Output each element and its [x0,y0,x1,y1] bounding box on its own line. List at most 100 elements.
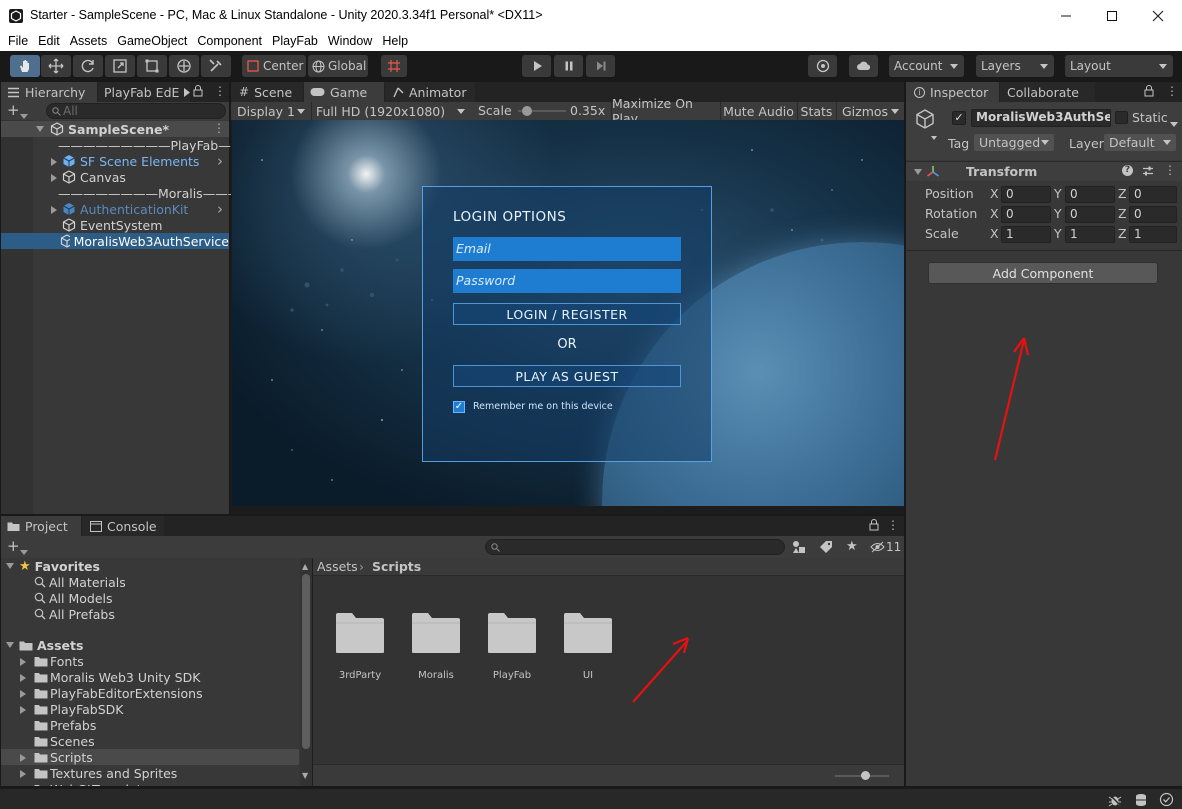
chevron-right-icon[interactable] [51,173,57,182]
folder-icon[interactable] [487,612,537,654]
step-button[interactable] [586,55,615,77]
menu-edit[interactable]: Edit [33,34,65,48]
asset-folder-item[interactable]: Textures and Sprites [1,765,299,781]
account-dropdown[interactable]: Account [889,55,964,77]
email-field[interactable]: Email [453,237,681,261]
scale-slider-track[interactable] [518,106,566,116]
favorite-item[interactable]: All Materials [1,574,299,590]
axis-label-y[interactable]: Y [1054,206,1062,221]
scroll-down-icon[interactable]: ▼ [302,771,308,780]
axis-label-z[interactable]: Z [1118,226,1127,241]
chevron-right-icon[interactable] [20,657,26,666]
hierarchy-item[interactable]: Canvas [1,169,229,185]
menu-file[interactable]: File [3,34,33,48]
chevron-right-icon[interactable] [51,157,57,166]
check-circle-icon[interactable] [1159,792,1174,807]
tab-game[interactable]: Game [304,82,384,102]
tab-animator[interactable]: Animator [385,82,475,102]
mute-audio-toggle[interactable]: Mute Audio [720,102,796,120]
rotate-tool-icon[interactable] [73,55,103,77]
asset-folder-item[interactable]: WebGLTemplates [1,781,299,786]
space-toggle[interactable]: Global [308,55,368,77]
layers-dropdown[interactable]: Layers [976,55,1054,77]
asset-folder-item[interactable]: Moralis Web3 Unity SDK [1,669,299,685]
menu-help[interactable]: Help [377,34,413,48]
grid-snap-icon[interactable] [381,55,407,77]
chevron-right-icon[interactable] [20,769,26,778]
hierarchy-item[interactable]: AuthenticationKit › [1,200,229,218]
rotation-z-field[interactable]: 0 [1129,206,1177,223]
display-dropdown[interactable]: Display 1 [233,102,309,120]
layout-dropdown[interactable]: Layout [1065,55,1173,77]
scene-menu-icon[interactable]: ⋮ [213,121,225,135]
tab-scene[interactable]: # Scene [231,82,303,102]
asset-folder-item[interactable]: Scripts [1,749,299,765]
panel-menu-icon[interactable]: ⋮ [214,84,226,98]
axis-label-x[interactable]: X [990,226,999,241]
chevron-right-icon[interactable] [20,689,26,698]
play-button[interactable] [522,55,551,77]
scale-y-field[interactable]: 1 [1065,226,1115,243]
axis-label-y[interactable]: Y [1054,186,1062,201]
position-x-field[interactable]: 0 [1001,186,1051,203]
axis-label-y[interactable]: Y [1054,226,1062,241]
login-register-button[interactable]: LOGIN / REGISTER [453,303,681,325]
chevron-right-icon[interactable] [51,205,57,214]
tab-project[interactable]: Project [1,516,81,536]
rect-tool-icon[interactable] [137,55,167,77]
chevron-right-icon[interactable]: › [217,152,223,170]
breadcrumb-scripts[interactable]: Scripts [372,559,421,574]
scroll-up-icon[interactable]: ▲ [302,562,308,571]
hierarchy-item[interactable]: —————————PlayFab——— [1,137,256,153]
icon-size-thumb[interactable] [861,771,870,780]
stats-toggle[interactable]: Stats [797,102,835,120]
gizmos-dropdown[interactable]: Gizmos [836,102,904,120]
asset-folder-item[interactable]: PlayFabSDK [1,701,299,717]
tree-scrollbar[interactable]: ▲ ▼ [300,558,312,786]
collab-icon[interactable] [808,55,837,77]
rotation-y-field[interactable]: 0 [1065,206,1115,223]
favorite-item[interactable]: All Models [1,590,299,606]
lock-icon[interactable] [869,519,879,531]
hand-tool-icon[interactable] [10,55,40,77]
hierarchy-search-input[interactable]: All [46,103,226,119]
tab-collaborate[interactable]: Collaborate [1000,82,1095,102]
hierarchy-item[interactable]: EventSystem [1,217,229,233]
remember-checkbox[interactable]: ✓ [453,401,465,413]
pause-button[interactable] [554,55,583,77]
folder-label[interactable]: Moralis [401,670,471,681]
axis-label-x[interactable]: X [990,186,999,201]
chevron-right-icon[interactable] [20,753,26,762]
position-z-field[interactable]: 0 [1129,186,1177,203]
minimize-icon[interactable] [1043,0,1089,31]
play-as-guest-button[interactable]: PLAY AS GUEST [453,365,681,387]
password-field[interactable]: Password [453,269,681,293]
pivot-toggle[interactable]: Center [242,55,306,77]
layer-dropdown[interactable]: Default [1104,134,1176,151]
chevron-down-icon[interactable] [6,563,14,569]
chevron-down-icon[interactable] [1170,116,1178,130]
transform-tool-icon[interactable] [169,55,199,77]
tab-hierarchy[interactable]: Hierarchy [1,82,97,102]
maximize-icon[interactable] [1089,0,1135,31]
cloud-icon[interactable] [849,55,878,77]
help-icon[interactable]: ? [1122,165,1133,176]
chevron-right-icon[interactable] [20,673,26,682]
breadcrumb-assets[interactable]: Assets [317,559,358,574]
chevron-down-icon[interactable] [914,169,922,175]
add-icon[interactable]: + [7,101,20,119]
tag-dropdown[interactable]: Untagged [974,134,1054,151]
scale-slider-thumb[interactable] [521,106,532,116]
position-y-field[interactable]: 0 [1065,186,1115,203]
folder-icon[interactable] [411,612,461,654]
scale-z-field[interactable]: 1 [1129,226,1177,243]
tab-playfab-editor[interactable]: PlayFab EdE [98,82,190,102]
game-view[interactable]: LOGIN OPTIONS Email Password LOGIN / REG… [232,120,904,506]
hierarchy-item[interactable]: SF Scene Elements › [1,152,229,170]
star-icon[interactable]: ★ [846,539,858,554]
lock-icon[interactable] [1144,85,1154,97]
filter-by-type-icon[interactable] [792,540,806,554]
rotation-x-field[interactable]: 0 [1001,206,1051,223]
hidden-packages-toggle[interactable]: 11 [870,540,901,554]
asset-folder-item[interactable]: PlayFabEditorExtensions [1,685,299,701]
